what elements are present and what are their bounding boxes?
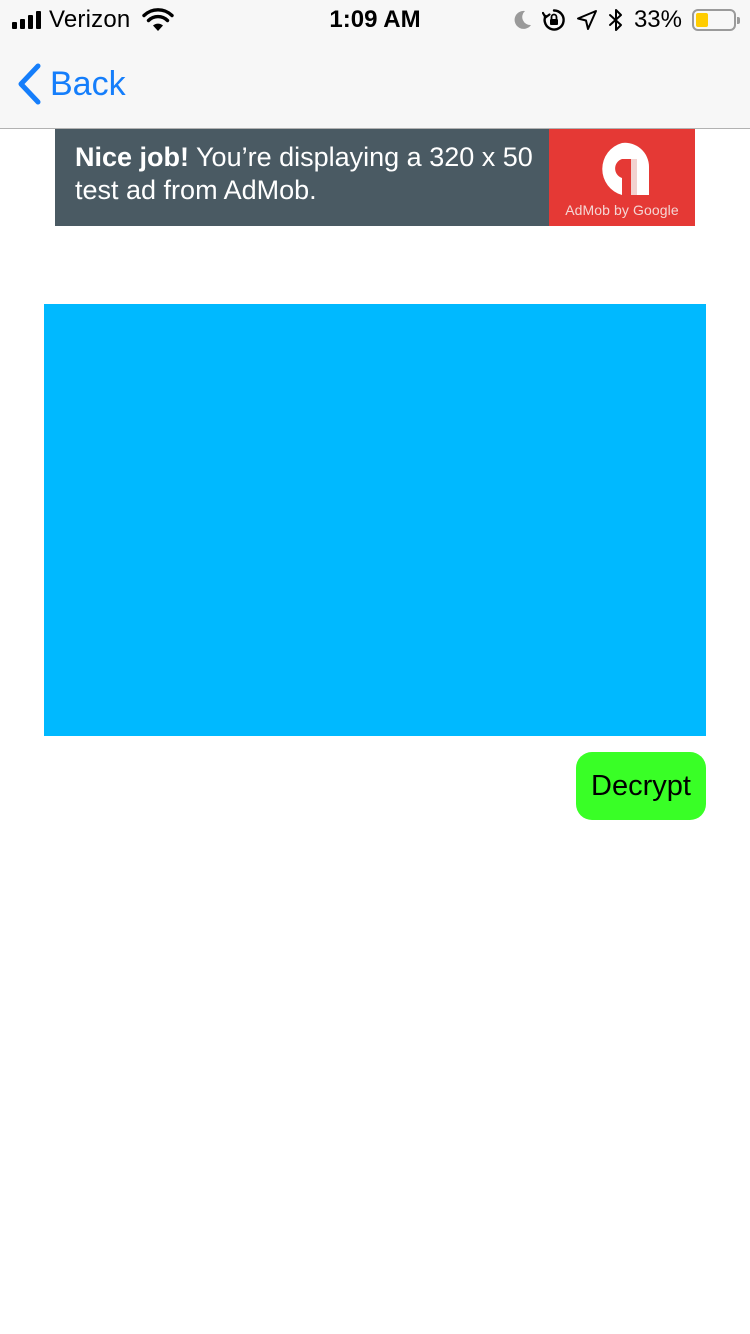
admob-logo-icon <box>602 142 650 195</box>
ad-logo-caption: AdMob by Google <box>565 202 679 218</box>
ad-banner[interactable]: Nice job! You’re displaying a 320 x 50 t… <box>55 129 695 226</box>
location-arrow-icon <box>576 10 597 30</box>
ad-text: Nice job! You’re displaying a 320 x 50 t… <box>55 129 549 226</box>
ad-headline: Nice job! <box>75 142 190 172</box>
screen: Verizon 1:09 AM 33% Back Nice job! You’r… <box>0 0 750 1334</box>
chevron-left-icon <box>18 63 41 105</box>
battery-level <box>696 13 708 27</box>
navigation-bar: Back <box>0 40 750 129</box>
back-label: Back <box>50 65 126 103</box>
orientation-lock-icon <box>541 9 565 31</box>
ad-logo-area: AdMob by Google <box>549 129 695 226</box>
status-bar: Verizon 1:09 AM 33% <box>0 0 750 40</box>
bluetooth-icon <box>608 9 622 31</box>
battery-icon <box>692 9 740 31</box>
content-panel <box>44 304 706 736</box>
moon-icon <box>514 10 531 29</box>
back-button[interactable]: Back <box>16 62 126 106</box>
status-right: 33% <box>514 6 740 34</box>
decrypt-button[interactable]: Decrypt <box>576 752 706 820</box>
battery-percent: 33% <box>633 6 682 33</box>
